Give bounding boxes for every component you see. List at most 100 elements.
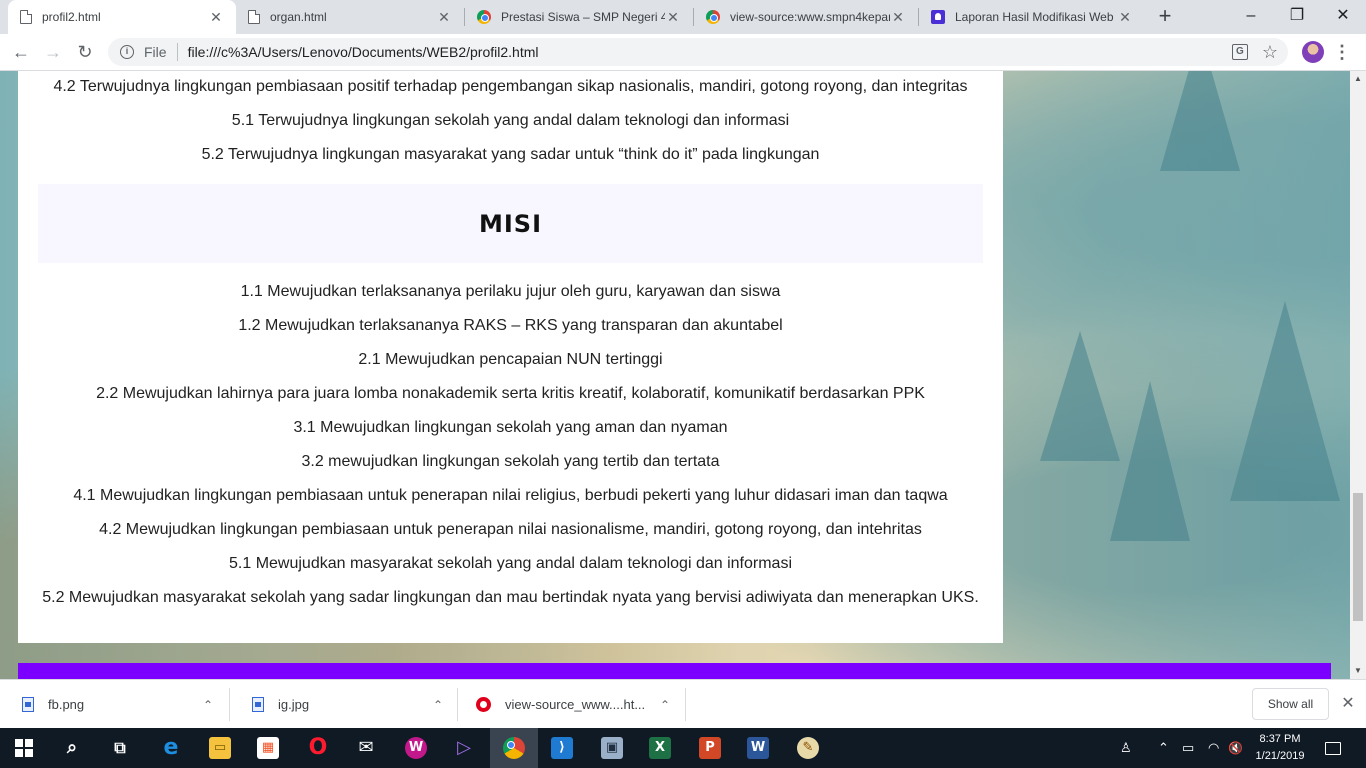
misi-item: 5.1 Mewujudkan masyarakat sekolah yang a…: [229, 555, 792, 572]
chrome-icon: [706, 10, 720, 24]
back-button[interactable]: ←: [8, 39, 34, 65]
vertical-scrollbar[interactable]: ▲ ▼: [1350, 71, 1366, 679]
url-text[interactable]: file:///c%3A/Users/Lenovo/Documents/WEB2…: [188, 44, 539, 60]
taskbar-chrome[interactable]: [490, 728, 538, 768]
tab-title: profil2.html: [42, 10, 101, 24]
task-view-button[interactable]: ⧉: [96, 728, 144, 768]
taskbar-search[interactable]: ⌕: [48, 728, 96, 768]
download-item[interactable]: fb.png ⌃: [0, 680, 228, 729]
translate-icon[interactable]: G: [1231, 44, 1248, 60]
menu-icon[interactable]: ⋮: [1332, 39, 1352, 65]
scroll-thumb[interactable]: [1353, 493, 1363, 621]
clock-time: 8:37 PM: [1259, 733, 1301, 745]
paint-icon: ✎: [797, 737, 819, 759]
taskbar-network-monitor[interactable]: ▣: [588, 728, 636, 768]
info-icon[interactable]: i: [120, 45, 134, 59]
action-center-button[interactable]: [1318, 728, 1348, 768]
taskbar-store[interactable]: ▦: [244, 728, 292, 768]
tab-title: view-source:www.smpn4kepan: [730, 10, 890, 24]
chevron-up-icon[interactable]: ⌃: [655, 698, 675, 712]
search-icon: ⌕: [66, 737, 78, 758]
page-viewport: 4.2 Terwujudnya lingkungan pembiasaan po…: [0, 71, 1350, 679]
close-downloads-icon[interactable]: ✕: [1338, 692, 1358, 716]
address-bar[interactable]: i File file:///c%3A/Users/Lenovo/Documen…: [108, 38, 1288, 66]
profile-avatar[interactable]: [1302, 41, 1324, 63]
bookmark-star-icon[interactable]: ☆: [1262, 43, 1278, 61]
taskbar-wamp[interactable]: W: [392, 728, 440, 768]
tab-profil2[interactable]: profil2.html ✕: [8, 0, 236, 34]
omnibox-separator: [176, 43, 178, 61]
people-icon[interactable]: ♙: [1120, 728, 1132, 768]
chrome-icon: [503, 737, 525, 759]
new-tab-button[interactable]: +: [1152, 4, 1178, 30]
misi-item: 5.2 Mewujudkan masyarakat sekolah yang s…: [42, 589, 979, 606]
chrome-icon: [477, 10, 491, 24]
monitor-icon: ▣: [601, 737, 623, 759]
maximize-button[interactable]: ❐: [1274, 0, 1320, 34]
tab-title: Prestasi Siswa – SMP Negeri 4: [501, 10, 665, 24]
taskbar-opera[interactable]: O: [294, 728, 342, 768]
wamp-icon: W: [405, 737, 427, 759]
excel-icon: X: [649, 737, 671, 759]
taskbar-visual-studio[interactable]: ▷: [440, 728, 488, 768]
taskbar-powerpoint[interactable]: P: [686, 728, 734, 768]
taskbar-vscode[interactable]: ⟩: [538, 728, 586, 768]
show-all-button[interactable]: Show all: [1252, 688, 1329, 720]
close-icon[interactable]: ✕: [890, 9, 906, 26]
tab-strip: profil2.html ✕ organ.html ✕ Prestasi Sis…: [0, 0, 1366, 34]
forward-button[interactable]: →: [40, 39, 66, 65]
tab-view-source[interactable]: view-source:www.smpn4kepan ✕: [694, 0, 918, 34]
close-icon[interactable]: ✕: [1117, 9, 1133, 26]
tab-organ[interactable]: organ.html ✕: [236, 0, 464, 34]
task-view-icon: ⧉: [114, 738, 126, 757]
browser-toolbar: ← → ↻ i File file:///c%3A/Users/Lenovo/D…: [0, 34, 1366, 71]
divider: [685, 688, 686, 721]
taskbar-file-explorer[interactable]: ▭: [196, 728, 244, 768]
notification-icon: [1325, 741, 1341, 755]
footer-bar: [18, 663, 1331, 679]
misi-item: 4.1 Mewujudkan lingkungan pembiasaan unt…: [73, 487, 948, 504]
scroll-down-arrow-icon[interactable]: ▼: [1350, 663, 1366, 679]
close-icon[interactable]: ✕: [665, 9, 681, 26]
chevron-up-icon[interactable]: ⌃: [428, 698, 448, 712]
wifi-icon[interactable]: ◠: [1208, 728, 1219, 768]
tab-laporan[interactable]: Laporan Hasil Modifikasi Web ✕: [919, 0, 1145, 34]
tab-prestasi-siswa[interactable]: Prestasi Siswa – SMP Negeri 4 ✕: [465, 0, 693, 34]
taskbar-word[interactable]: W: [734, 728, 782, 768]
misi-heading: MISI: [478, 210, 543, 238]
scroll-up-arrow-icon[interactable]: ▲: [1350, 71, 1366, 87]
opera-icon: [476, 697, 491, 712]
misi-item: 1.2 Mewujudkan terlaksananya RAKS – RKS …: [238, 317, 783, 334]
volume-muted-icon[interactable]: 🔇: [1228, 728, 1243, 768]
download-item[interactable]: view-source_www....ht... ⌃: [458, 680, 684, 729]
taskbar-mail[interactable]: ✉: [342, 728, 390, 768]
folder-icon: ▭: [209, 737, 231, 759]
taskbar-edge[interactable]: e: [147, 728, 195, 768]
tree-decoration: [1160, 71, 1240, 171]
document-icon: [248, 10, 260, 24]
content-panel: 4.2 Terwujudnya lingkungan pembiasaan po…: [18, 71, 1003, 643]
downloads-bar: fb.png ⌃ ig.jpg ⌃ view-source_www....ht.…: [0, 679, 1366, 728]
tab-title: Laporan Hasil Modifikasi Web: [955, 10, 1114, 24]
reload-button[interactable]: ↻: [72, 39, 98, 65]
start-button[interactable]: [0, 728, 48, 768]
taskbar-clock[interactable]: 8:37 PM 1/21/2019: [1250, 731, 1310, 765]
tab-title: organ.html: [270, 10, 327, 24]
close-window-button[interactable]: ✕: [1320, 0, 1366, 34]
taskbar-paint[interactable]: ✎: [784, 728, 832, 768]
store-icon: ▦: [257, 737, 279, 759]
taskbar-excel[interactable]: X: [636, 728, 684, 768]
close-icon[interactable]: ✕: [436, 9, 452, 26]
chevron-up-icon[interactable]: ⌃: [198, 698, 218, 712]
chevron-up-icon[interactable]: ⌃: [1158, 728, 1169, 768]
misi-item: 2.2 Mewujudkan lahirnya para juara lomba…: [96, 385, 925, 402]
misi-header-box: MISI: [38, 184, 983, 263]
download-item[interactable]: ig.jpg ⌃: [230, 680, 456, 729]
mail-icon: ✉: [358, 737, 374, 758]
omnibox-actions: G ☆: [1231, 43, 1278, 61]
misi-item: 4.2 Mewujudkan lingkungan pembiasaan unt…: [99, 521, 922, 538]
minimize-button[interactable]: –: [1228, 0, 1274, 34]
battery-icon[interactable]: ▭: [1182, 728, 1194, 768]
close-icon[interactable]: ✕: [208, 9, 224, 26]
misi-item: 3.1 Mewujudkan lingkungan sekolah yang a…: [293, 419, 728, 436]
